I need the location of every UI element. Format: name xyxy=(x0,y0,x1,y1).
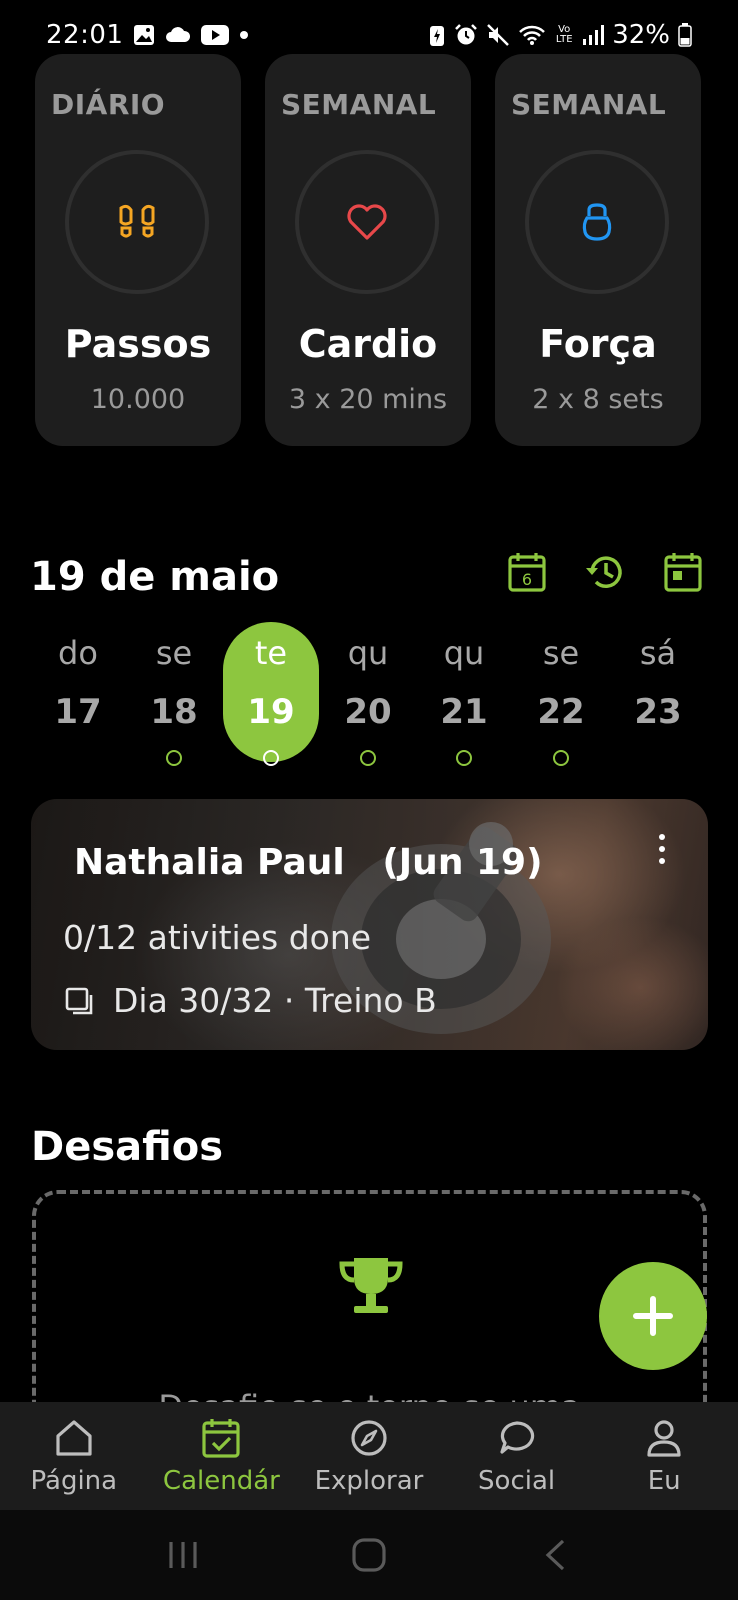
alarm-icon xyxy=(454,23,478,47)
goal-card-steps[interactable]: DIÁRIO Passos 10.000 xyxy=(35,54,241,446)
heart-icon xyxy=(347,204,387,240)
add-button[interactable] xyxy=(599,1262,707,1370)
battery-icon xyxy=(678,23,692,47)
goal-value: 2 x 8 sets xyxy=(532,384,664,415)
calendar-badge-number: 6 xyxy=(522,570,532,589)
goal-cards: DIÁRIO Passos 10.000 SEMANAL Cardio 3 x … xyxy=(35,54,703,446)
workout-progress: 0/12 ativities done xyxy=(63,918,372,957)
workout-plan-text: Dia 30/32 · Treino B xyxy=(113,981,437,1020)
goal-period: SEMANAL xyxy=(281,88,437,121)
nav-item-calendar[interactable]: Calendár xyxy=(148,1402,296,1510)
day-17[interactable]: do 17 xyxy=(30,622,126,762)
challenges-title: Desafios xyxy=(31,1124,224,1170)
day-label: se xyxy=(542,634,580,672)
goal-title: Passos xyxy=(64,322,212,366)
image-icon xyxy=(133,24,155,46)
day-label: se xyxy=(155,634,193,672)
goal-card-cardio[interactable]: SEMANAL Cardio 3 x 20 mins xyxy=(265,54,471,446)
day-number: 19 xyxy=(247,692,295,732)
day-21[interactable]: qu 21 xyxy=(416,622,512,766)
goal-ring xyxy=(65,150,209,294)
workout-title: Nathalia Paul (Jun 19) xyxy=(74,842,543,883)
compass-icon xyxy=(347,1416,391,1460)
day-label: te xyxy=(254,634,288,672)
battery-level: 32% xyxy=(612,20,670,50)
nav-label: Calendár xyxy=(162,1466,280,1496)
history-icon[interactable] xyxy=(584,551,626,593)
goal-value: 3 x 20 mins xyxy=(288,384,448,415)
activity-dot xyxy=(456,750,472,766)
trophy-icon xyxy=(339,1258,403,1313)
activity-dot xyxy=(263,750,279,766)
activity-dot xyxy=(166,750,182,766)
copy-icon xyxy=(65,987,93,1014)
day-number: 21 xyxy=(440,692,488,732)
kettlebell-icon xyxy=(582,203,612,241)
goal-ring xyxy=(295,150,439,294)
home-icon xyxy=(52,1416,96,1460)
system-nav xyxy=(0,1510,738,1600)
calendar-check-icon xyxy=(199,1416,243,1460)
day-number: 18 xyxy=(150,692,198,732)
battery-saver-icon xyxy=(428,23,446,47)
goal-title: Força xyxy=(539,322,657,366)
day-19[interactable]: te 19 xyxy=(223,622,319,766)
nav-item-explore[interactable]: Explorar xyxy=(295,1402,443,1510)
day-number: 22 xyxy=(537,692,585,732)
signal-icon xyxy=(582,24,605,46)
nav-item-social[interactable]: Social xyxy=(443,1402,591,1510)
activity-dot xyxy=(553,750,569,766)
goal-ring xyxy=(525,150,669,294)
nav-label: Eu xyxy=(647,1466,681,1496)
bottom-nav: Página Calendár Explorar Social Eu xyxy=(0,1402,738,1510)
footsteps-icon xyxy=(119,204,155,238)
day-label: qu xyxy=(443,634,485,672)
week-strip: do 17 se 18 te 19 qu 20 qu 21 se 22 sá 2… xyxy=(30,622,707,772)
cloud-icon xyxy=(165,26,191,44)
chat-bubble-icon xyxy=(495,1416,539,1460)
day-23[interactable]: sá 23 xyxy=(610,622,706,762)
home-button[interactable] xyxy=(339,1530,399,1580)
wifi-icon xyxy=(518,24,546,46)
youtube-icon xyxy=(201,25,230,45)
calendar-six-icon[interactable]: 6 xyxy=(506,551,548,593)
day-number: 17 xyxy=(54,692,102,732)
dot-icon xyxy=(239,30,249,40)
day-number: 20 xyxy=(344,692,392,732)
nav-label: Social xyxy=(478,1466,556,1496)
nav-item-profile[interactable]: Eu xyxy=(590,1402,738,1510)
day-22[interactable]: se 22 xyxy=(513,622,609,766)
activity-dot xyxy=(360,750,376,766)
day-label: sá xyxy=(639,634,677,672)
goal-period: DIÁRIO xyxy=(51,88,166,121)
goal-period: SEMANAL xyxy=(511,88,667,121)
day-number: 23 xyxy=(634,692,682,732)
day-20[interactable]: qu 20 xyxy=(320,622,416,766)
person-icon xyxy=(642,1416,686,1460)
status-time: 22:01 xyxy=(46,20,124,50)
today-icon[interactable] xyxy=(662,551,704,593)
home-circle-icon xyxy=(352,1538,386,1572)
goal-card-strength[interactable]: SEMANAL Força 2 x 8 sets xyxy=(495,54,701,446)
back-button[interactable] xyxy=(525,1530,585,1580)
nav-label: Página xyxy=(30,1466,118,1496)
date-title: 19 de maio xyxy=(30,554,280,600)
goal-title: Cardio xyxy=(298,322,438,366)
nav-item-home[interactable]: Página xyxy=(0,1402,148,1510)
recent-apps-button[interactable] xyxy=(153,1530,213,1580)
volte-icon: Vo LTE xyxy=(555,24,573,45)
plus-icon xyxy=(633,1296,673,1336)
workout-plan: Dia 30/32 · Treino B xyxy=(63,981,437,1020)
date-actions: 6 xyxy=(506,551,704,593)
workout-card[interactable]: Nathalia Paul (Jun 19) 0/12 ativities do… xyxy=(31,799,708,1050)
more-options-icon[interactable] xyxy=(652,831,672,867)
mute-icon xyxy=(486,23,510,47)
back-icon xyxy=(545,1539,565,1571)
day-label: qu xyxy=(347,634,389,672)
day-18[interactable]: se 18 xyxy=(126,622,222,766)
nav-label: Explorar xyxy=(314,1466,424,1496)
goal-value: 10.000 xyxy=(90,384,186,415)
recent-apps-icon xyxy=(169,1542,197,1568)
day-label: do xyxy=(58,634,98,672)
